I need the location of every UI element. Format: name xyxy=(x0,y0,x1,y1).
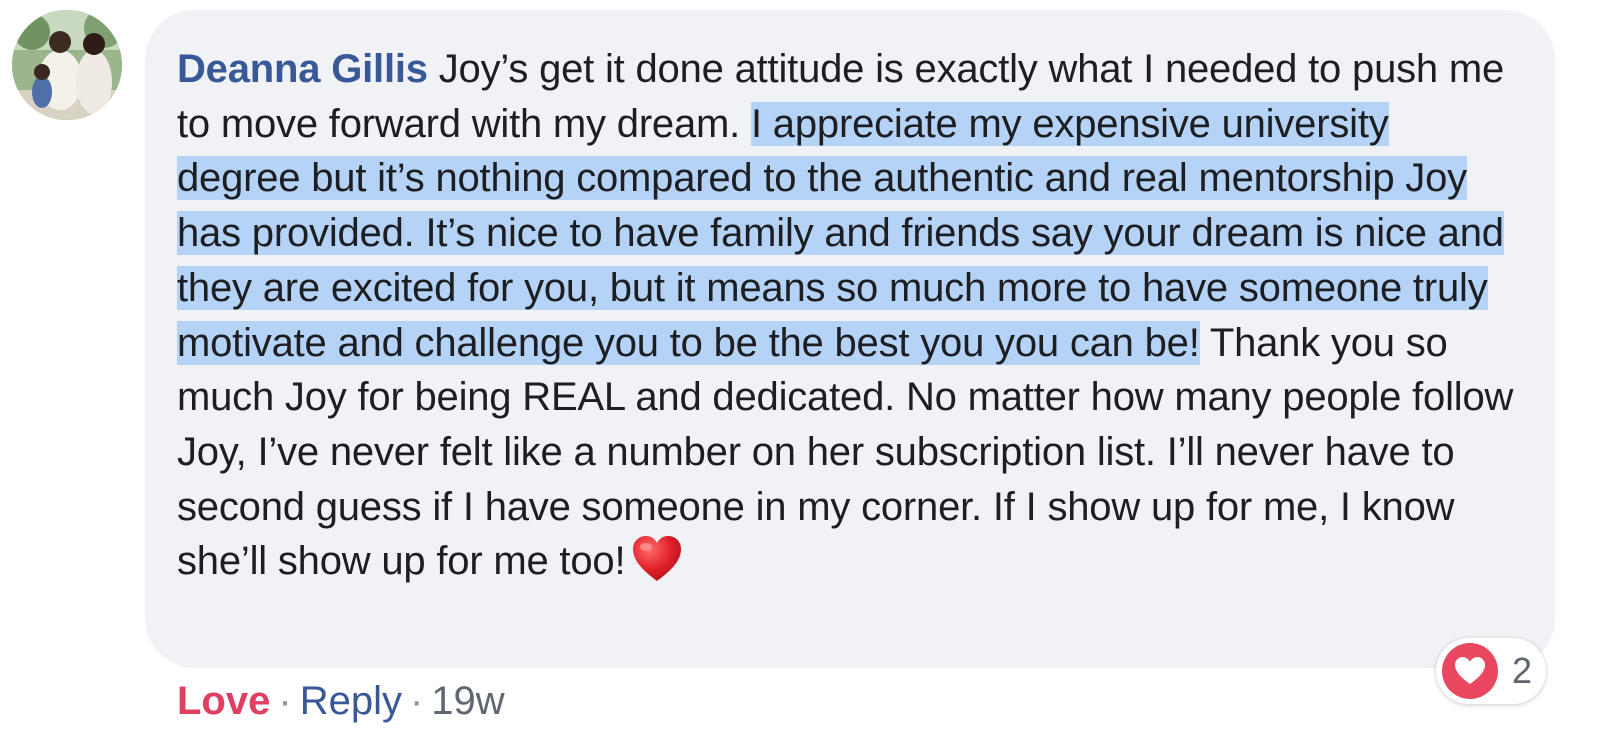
reaction-count: 2 xyxy=(1512,650,1533,691)
avatar-photo-icon xyxy=(12,10,122,120)
red-heart-icon xyxy=(631,534,683,584)
comment-bubble: Deanna Gillis Joy’s get it done attitude… xyxy=(145,10,1555,668)
reaction-summary[interactable]: 2 xyxy=(1436,638,1546,704)
author-name[interactable]: Deanna Gillis xyxy=(177,47,428,91)
timestamp[interactable]: 19w xyxy=(431,679,504,723)
comment-actions: Love · Reply · 19w xyxy=(177,676,505,726)
love-button[interactable]: Love xyxy=(177,679,270,723)
separator: · xyxy=(278,679,292,723)
comment-text: Deanna Gillis Joy’s get it done attitude… xyxy=(177,42,1515,589)
reply-button[interactable]: Reply xyxy=(300,679,402,723)
separator: · xyxy=(409,679,424,723)
comment: Deanna Gillis Joy’s get it done attitude… xyxy=(0,0,1602,747)
love-reaction-icon xyxy=(1442,643,1498,699)
avatar[interactable] xyxy=(12,10,122,120)
